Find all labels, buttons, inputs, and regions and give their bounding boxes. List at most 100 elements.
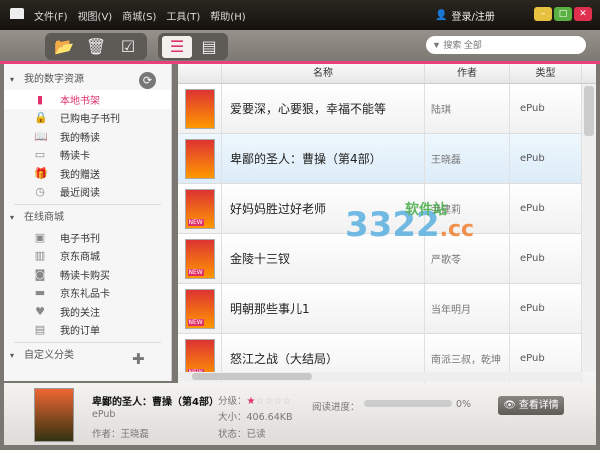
book-icon: 📖 — [34, 129, 48, 143]
new-badge: NEW — [187, 218, 204, 226]
sidebar-section[interactable]: 我的数字资源 — [4, 70, 171, 90]
sidebar-item-label: 我的关注 — [60, 307, 100, 319]
book-author: 王晓磊 — [425, 134, 510, 183]
delete-button[interactable]: 🗑 — [81, 36, 111, 58]
view-details-button[interactable]: 👁 查看详情 — [498, 396, 564, 415]
search-input[interactable] — [426, 36, 586, 54]
menu-help[interactable]: 帮助(H) — [210, 8, 245, 23]
sidebar-item[interactable]: ♥ 我的关注 — [4, 302, 171, 321]
user-icon: 👤 — [435, 10, 448, 21]
sidebar-item-label: 电子书刊 — [60, 233, 100, 245]
detail-size: 大小：406.64KB — [218, 412, 293, 423]
sidebar-item[interactable]: ◷ 最近阅读 — [4, 183, 171, 202]
sidebar-item[interactable]: ▮ 本地书架 — [4, 90, 171, 109]
book-cover — [34, 388, 74, 442]
sidebar-divider — [14, 204, 161, 205]
sidebar: ⟳ ✚ 我的数字资源▮本地书架🔒已购电子书刊📖我的畅读▭畅读卡🎁我的赠送◷最近阅… — [4, 64, 172, 381]
menu-file[interactable]: 文件(F) — [34, 8, 68, 23]
sidebar-item-label: 我的订单 — [60, 326, 100, 338]
sidebar-item[interactable]: 🎁 我的赠送 — [4, 164, 171, 183]
book-type: ePub — [510, 234, 582, 283]
horizontal-scrollbar[interactable] — [178, 372, 582, 381]
table-row[interactable]: NEW 明朝那些事儿1 当年明月 ePub — [178, 284, 596, 334]
vertical-scrollbar[interactable] — [582, 84, 596, 372]
sidebar-item-label: 最近阅读 — [60, 188, 100, 200]
book-detail-panel: 卑鄙的圣人：曹操（第4部） ePub 作者：王晓磊 分级：★☆☆☆☆ 大小：40… — [4, 383, 596, 445]
sidebar-item-label: 本地书架 — [60, 95, 100, 107]
rating-stars[interactable]: ★☆☆☆☆ — [247, 396, 292, 407]
book-title: 爱要深，心要狠，幸福不能等 — [222, 84, 425, 133]
detail-format: ePub — [92, 409, 116, 420]
sidebar-item[interactable]: ▥ 京东商城 — [4, 247, 171, 266]
heart-icon: ♥ — [35, 304, 45, 318]
book-cover: NEW — [184, 188, 215, 229]
sidebar-item[interactable]: ▤ 我的订单 — [4, 321, 171, 340]
bookshelf-icon: ▮ — [36, 92, 44, 106]
book-type: ePub — [510, 134, 582, 183]
minimize-button[interactable]: – — [534, 7, 552, 21]
detail-rating: 分级：★☆☆☆☆ — [218, 393, 291, 407]
detail-view-button[interactable]: ▤ — [194, 36, 224, 58]
login-label: 登录/注册 — [451, 12, 495, 23]
sidebar-item[interactable]: ◙ 畅读卡购买 — [4, 265, 171, 284]
detail-title: 卑鄙的圣人：曹操（第4部） — [92, 397, 219, 408]
buy-card-icon: ◙ — [34, 267, 46, 281]
sidebar-item-label: 京东礼品卡 — [60, 289, 110, 301]
card-icon: ▭ — [34, 148, 46, 162]
store-icon: ▥ — [34, 249, 46, 263]
order-icon: ▤ — [34, 323, 46, 337]
header-type[interactable]: 类型 — [510, 64, 582, 83]
book-cover — [184, 88, 215, 129]
book-cover — [184, 138, 215, 179]
progress-label: 阅读进度： — [312, 402, 360, 413]
login-link[interactable]: 👤 登录/注册 — [435, 8, 495, 23]
detail-author: 作者：王晓磊 — [92, 429, 150, 440]
table-row[interactable]: 爱要深，心要狠，幸福不能等 陆琪 ePub — [178, 84, 596, 134]
book-title: 卑鄙的圣人：曹操（第4部） — [222, 134, 425, 183]
sidebar-item-label: 已购电子书刊 — [60, 114, 120, 126]
book-author: 当年明月 — [425, 284, 510, 333]
sidebar-section[interactable]: 自定义分类 — [4, 346, 171, 366]
menu-store[interactable]: 商城(S) — [122, 8, 156, 23]
book-cover: NEW — [184, 238, 215, 279]
book-cover: NEW — [184, 288, 215, 329]
cover-header — [178, 64, 222, 83]
menu-tools[interactable]: 工具(T) — [166, 8, 200, 23]
progress-value: 0% — [456, 399, 472, 410]
sidebar-item-label: 我的畅读 — [60, 132, 100, 144]
sidebar-section[interactable]: 在线商城 — [4, 208, 171, 228]
sidebar-item[interactable]: ▭ 畅读卡 — [4, 146, 171, 165]
open-folder-button[interactable]: 📂 — [49, 36, 79, 58]
eye-icon: 👁 — [503, 400, 519, 411]
table-row[interactable]: 卑鄙的圣人：曹操（第4部） 王晓磊 ePub — [178, 134, 596, 184]
sidebar-item[interactable]: ▬ 京东礼品卡 — [4, 284, 171, 303]
new-badge: NEW — [187, 318, 204, 326]
header-author[interactable]: 作者 — [425, 64, 510, 83]
maximize-button[interactable]: □ — [554, 7, 572, 21]
giftcard-icon: ▬ — [34, 286, 46, 300]
sidebar-item[interactable]: 🔒 已购电子书刊 — [4, 109, 171, 128]
title-bar: 文件(F) 视图(V) 商城(S) 工具(T) 帮助(H) 👤 登录/注册 – □… — [0, 0, 600, 30]
sidebar-item-label: 畅读卡购买 — [60, 270, 110, 282]
sidebar-item-label: 畅读卡 — [60, 151, 90, 163]
book-type: ePub — [510, 184, 582, 233]
book-type: ePub — [510, 284, 582, 333]
sidebar-item-label: 我的赠送 — [60, 169, 100, 181]
sidebar-item[interactable]: 📖 我的畅读 — [4, 127, 171, 146]
header-name[interactable]: 名称 — [222, 64, 425, 83]
list-view-button[interactable]: ☰ — [162, 35, 192, 58]
reading-progress-bar — [364, 400, 452, 407]
new-badge: NEW — [187, 268, 204, 276]
ebook-icon: ▣ — [34, 230, 46, 244]
view-details-label: 查看详情 — [518, 400, 559, 411]
bag-icon: 🔒 — [34, 111, 48, 125]
sidebar-item-label: 京东商城 — [60, 252, 100, 264]
table-header: 名称 作者 类型 — [178, 64, 596, 84]
book-author: 陆琪 — [425, 84, 510, 133]
menu-view[interactable]: 视图(V) — [78, 8, 113, 23]
detail-status: 状态：已读 — [218, 429, 266, 440]
sidebar-item[interactable]: ▣ 电子书刊 — [4, 228, 171, 247]
select-button[interactable]: ☑ — [113, 36, 143, 58]
close-button[interactable]: ✕ — [574, 7, 592, 21]
clock-icon: ◷ — [35, 185, 45, 199]
